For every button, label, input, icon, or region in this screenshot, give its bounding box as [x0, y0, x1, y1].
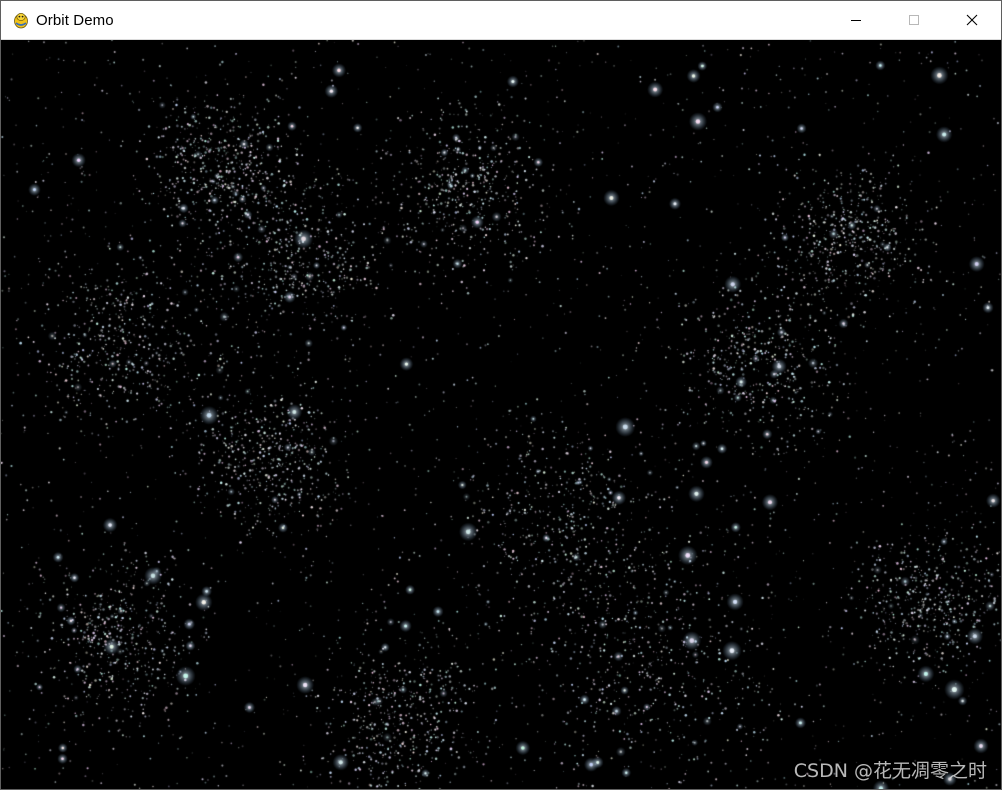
starfield-canvas[interactable]	[1, 40, 1001, 789]
minimize-icon	[851, 20, 861, 21]
window-controls	[827, 1, 1001, 39]
watermark-text: CSDN @花无凋零之时	[793, 760, 987, 782]
app-window: Orbit Demo CSDN @花无凋零之时	[0, 0, 1002, 790]
close-button[interactable]	[943, 1, 1001, 39]
close-icon	[966, 14, 978, 26]
title-bar[interactable]: Orbit Demo	[1, 1, 1001, 40]
pygame-snake-icon	[14, 13, 28, 29]
maximize-button[interactable]	[885, 1, 943, 39]
render-surface[interactable]: CSDN @花无凋零之时	[1, 40, 1001, 789]
window-title: Orbit Demo	[36, 11, 114, 29]
maximize-icon	[909, 15, 919, 25]
minimize-button[interactable]	[827, 1, 885, 39]
